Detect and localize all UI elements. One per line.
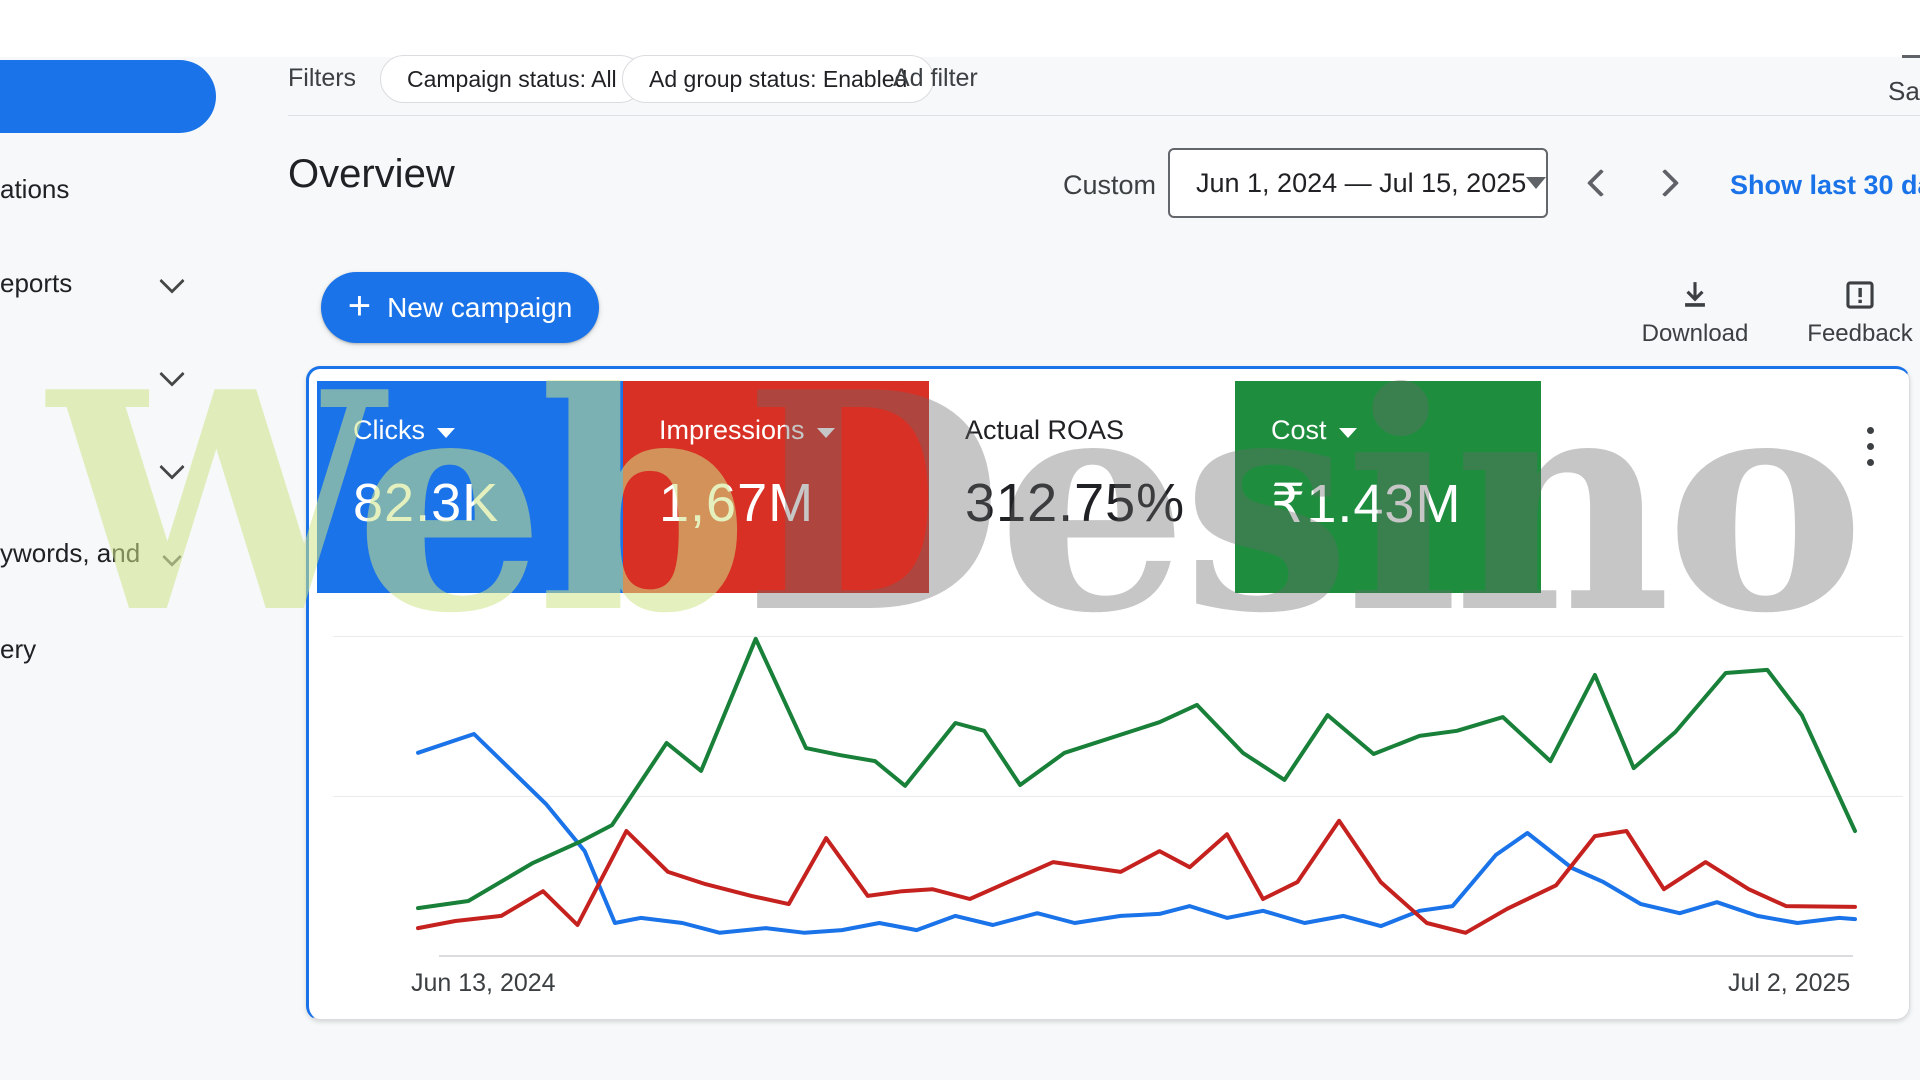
metric-label: Actual ROAS <box>965 415 1124 446</box>
metric-tile-cost[interactable]: Cost ₹1.43M <box>1235 381 1541 593</box>
filter-chip-ad-group-status[interactable]: Ad group status: Enabled <box>622 55 934 103</box>
sidebar-item-reports[interactable]: eports <box>0 268 72 299</box>
chevron-right-icon <box>1651 169 1679 197</box>
date-range-value: Jun 1, 2024 — Jul 15, 2025 <box>1196 168 1526 199</box>
card-menu-kebab-icon[interactable] <box>1867 427 1875 475</box>
feedback-button[interactable]: Feedback <box>1795 278 1920 348</box>
dropdown-arrow-icon[interactable] <box>1339 428 1357 438</box>
metric-tile-clicks[interactable]: Clicks 82.3K <box>317 381 623 593</box>
sidebar-item-keywords[interactable]: ywords, and <box>0 538 140 569</box>
date-range-picker[interactable]: Jun 1, 2024 — Jul 15, 2025 <box>1168 148 1548 218</box>
x-axis-end-label: Jul 2, 2025 <box>1728 969 1850 998</box>
dropdown-arrow-icon[interactable] <box>437 428 455 438</box>
sidebar-item-recommendations[interactable]: ations <box>0 174 69 205</box>
truncated-icon <box>1902 55 1920 58</box>
new-campaign-button[interactable]: + New campaign <box>321 272 599 343</box>
metric-tile-impressions[interactable]: Impressions 1,67M <box>623 381 929 593</box>
page-title: Overview <box>288 152 455 197</box>
download-icon <box>1678 278 1712 312</box>
metric-label: Clicks <box>353 415 425 446</box>
next-period-button[interactable] <box>1650 168 1680 198</box>
x-axis-start-label: Jun 13, 2024 <box>411 969 556 998</box>
feedback-label: Feedback <box>1795 320 1920 348</box>
filter-chip-campaign-status[interactable]: Campaign status: All <box>380 55 644 103</box>
previous-period-button[interactable] <box>1586 168 1616 198</box>
sidebar-item-query[interactable]: ery <box>0 634 36 665</box>
date-range-type-label: Custom <box>1063 170 1156 201</box>
google-ads-overview-screen: Filters Campaign status: All Ad group st… <box>0 0 1920 1080</box>
filter-bar-divider <box>288 115 1920 116</box>
metric-tile-actual-roas[interactable]: Actual ROAS 312.75% <box>929 381 1235 593</box>
new-campaign-label: New campaign <box>387 292 572 324</box>
sidebar-active-item-highlight[interactable] <box>0 60 216 133</box>
ad-filter-item[interactable]: Ad filter <box>893 64 978 93</box>
metric-value: 82.3K <box>353 472 623 534</box>
chart-svg[interactable] <box>418 563 1855 956</box>
save-link[interactable]: Sav <box>1888 76 1920 107</box>
metric-label: Impressions <box>659 415 805 446</box>
show-last-30-days-link[interactable]: Show last 30 days <box>1730 170 1920 201</box>
chart-line-cost <box>418 639 1855 908</box>
top-white-strip <box>0 0 1920 57</box>
metric-value: 1,67M <box>659 472 929 534</box>
metric-label: Cost <box>1271 415 1327 446</box>
chevron-left-icon <box>1587 169 1615 197</box>
filters-label: Filters <box>288 64 356 93</box>
download-button[interactable]: Download <box>1630 278 1760 348</box>
dropdown-arrow-icon <box>1526 177 1546 189</box>
overview-chart-card: Clicks 82.3K Impressions 1,67M Actual RO… <box>306 366 1910 1020</box>
dropdown-arrow-icon[interactable] <box>817 428 835 438</box>
plus-icon: + <box>348 286 371 326</box>
metric-value: 312.75% <box>965 472 1235 534</box>
metric-value: ₹1.43M <box>1271 472 1541 535</box>
download-label: Download <box>1630 320 1760 348</box>
feedback-icon <box>1843 278 1877 312</box>
